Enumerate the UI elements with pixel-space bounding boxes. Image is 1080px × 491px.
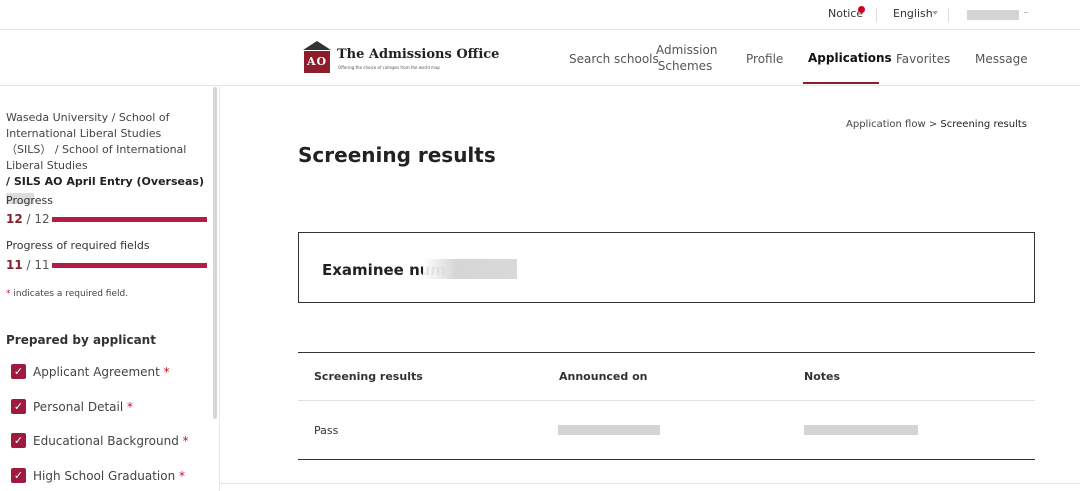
progress-bar <box>52 217 207 222</box>
brand-name[interactable]: The Admissions Office <box>337 47 499 62</box>
table-header: Screening results Announced on Notes <box>298 353 1035 401</box>
redacted-notes <box>804 425 918 435</box>
language-selector[interactable]: English <box>893 7 933 20</box>
divider <box>876 8 877 22</box>
checkbox-checked-icon[interactable]: ✓ <box>11 364 26 379</box>
section-heading: Prepared by applicant <box>6 333 156 347</box>
nav-applications[interactable]: Applications <box>808 50 892 66</box>
sidebar-item-label[interactable]: Applicant Agreement * <box>33 365 170 379</box>
chevron-down-icon[interactable] <box>1024 12 1028 13</box>
checkbox-checked-icon[interactable]: ✓ <box>11 468 26 483</box>
progress-count: 12 / 12 <box>6 212 50 226</box>
required-progress-bar <box>52 263 207 268</box>
divider <box>220 483 1080 484</box>
program-scheme: / SILS AO April Entry (Overseas) <box>6 175 204 188</box>
notification-dot-icon <box>858 6 865 13</box>
required-progress-fill <box>52 263 207 268</box>
column-header-notes: Notes <box>804 370 841 383</box>
application-sidebar: Waseda University / School of Internatio… <box>0 87 220 491</box>
user-menu[interactable] <box>967 10 1019 20</box>
screening-results-table: Screening results Announced on Notes Pas… <box>298 352 1035 460</box>
redacted-examinee-number <box>423 259 517 279</box>
active-tab-indicator <box>803 82 879 84</box>
required-progress-count: 11 / 11 <box>6 258 50 272</box>
redacted-date <box>558 425 660 435</box>
program-title: Waseda University / School of Internatio… <box>6 110 206 206</box>
examinee-number-box: Examinee num <box>298 232 1035 303</box>
required-field-note: * indicates a required field. <box>6 289 129 299</box>
checkbox-checked-icon[interactable]: ✓ <box>11 399 26 414</box>
sidebar-item-label[interactable]: High School Graduation * <box>33 469 185 483</box>
sidebar-item-label[interactable]: Educational Background * <box>33 434 189 448</box>
chevron-down-icon[interactable] <box>932 11 938 15</box>
table-row: Pass <box>298 401 1035 459</box>
nav-message[interactable]: Message <box>975 51 1028 67</box>
sidebar-scrollbar[interactable] <box>213 87 217 419</box>
logo-icon[interactable]: AO <box>303 41 331 73</box>
breadcrumb-current: Screening results <box>940 119 1027 130</box>
breadcrumb-link[interactable]: Application flow <box>846 119 926 130</box>
utility-bar: Notice English <box>0 0 1080 30</box>
program-name: Waseda University / School of Internatio… <box>6 111 187 172</box>
column-header-announced: Announced on <box>559 370 648 383</box>
column-header-results: Screening results <box>314 370 423 383</box>
progress-fill <box>52 217 207 222</box>
sidebar-item-label[interactable]: Personal Detail * <box>33 400 133 414</box>
nav-search-schools[interactable]: Search schools <box>569 51 659 67</box>
nav-admission-schemes[interactable]: Admission Schemes <box>656 42 717 74</box>
brand-tagline: Offering the choice of colleges from the… <box>338 65 440 70</box>
checkbox-checked-icon[interactable]: ✓ <box>11 433 26 448</box>
result-cell: Pass <box>314 424 339 437</box>
page-title: Screening results <box>298 143 496 167</box>
nav-profile[interactable]: Profile <box>746 51 783 67</box>
breadcrumb: Application flow > Screening results <box>846 119 1027 130</box>
divider <box>948 8 949 22</box>
main-navigation: AO The Admissions Office Offering the ch… <box>0 30 1080 86</box>
progress-label: Progress <box>6 194 53 207</box>
nav-favorites[interactable]: Favorites <box>896 51 950 67</box>
required-progress-label: Progress of required fields <box>6 239 150 252</box>
breadcrumb-separator: > <box>928 119 938 130</box>
